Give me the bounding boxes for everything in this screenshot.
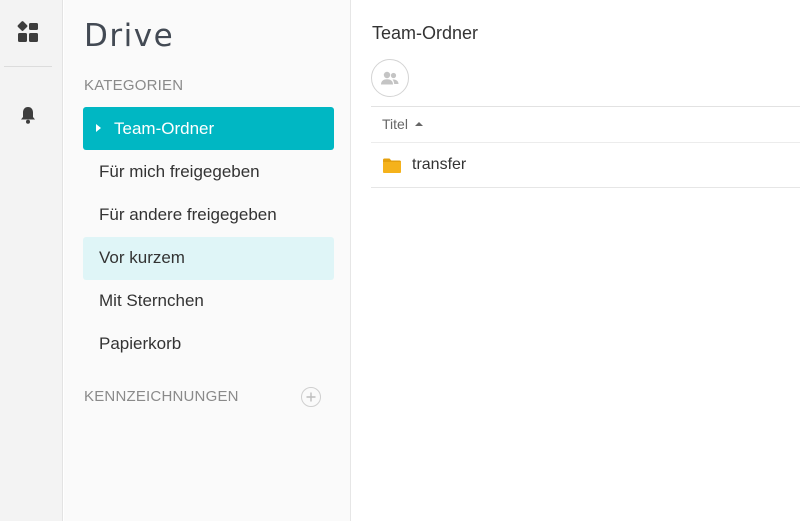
sidebar-item-shared-with-others[interactable]: Für andere freigegeben [83, 193, 334, 236]
caret-right-icon [96, 124, 101, 132]
sidebar-item-trash[interactable]: Papierkorb [83, 323, 334, 366]
people-icon [381, 71, 399, 85]
main-content: Team-Ordner Titel transfer [352, 0, 800, 521]
add-tag-button[interactable] [301, 387, 321, 407]
plus-circle-icon [306, 392, 316, 402]
notifications-button[interactable] [0, 95, 55, 135]
sidebar-item-label: Team-Ordner [114, 118, 215, 138]
sidebar: Drive KATEGORIEN Team-Ordner Für mich fr… [64, 0, 351, 521]
rail-divider [4, 66, 52, 67]
table-row[interactable]: transfer [371, 143, 800, 188]
members-button[interactable] [371, 59, 409, 97]
sidebar-item-label: Mit Sternchen [99, 291, 204, 311]
sidebar-item-team-folder[interactable]: Team-Ordner [83, 107, 334, 150]
table-divider [371, 106, 800, 107]
sidebar-item-recent[interactable]: Vor kurzem [83, 236, 334, 280]
folder-icon [383, 158, 401, 173]
categories-title: KATEGORIEN [84, 77, 184, 94]
icon-rail [0, 0, 63, 521]
logo-text: Drive [84, 18, 175, 54]
tags-title: KENNZEICHNUNGEN [84, 388, 239, 405]
sidebar-item-label: Papierkorb [99, 334, 182, 354]
bell-icon [20, 107, 35, 124]
row-name: transfer [412, 156, 467, 173]
category-nav: Team-Ordner Für mich freigegeben Für and… [83, 107, 334, 366]
apps-grid-icon [17, 21, 38, 42]
page-title: Team-Ordner [372, 23, 479, 43]
sidebar-item-starred[interactable]: Mit Sternchen [83, 280, 334, 323]
sidebar-item-label: Vor kurzem [99, 248, 185, 268]
sort-ascending-icon [414, 122, 423, 126]
apps-button[interactable] [0, 12, 55, 52]
column-header-title[interactable]: Titel [382, 116, 423, 132]
drive-logo[interactable]: Drive [84, 18, 174, 54]
sidebar-item-shared-with-me[interactable]: Für mich freigegeben [83, 150, 334, 193]
column-header-label: Titel [382, 116, 408, 132]
sidebar-item-label: Für mich freigegeben [99, 161, 260, 181]
sidebar-item-label: Für andere freigegeben [99, 204, 277, 224]
